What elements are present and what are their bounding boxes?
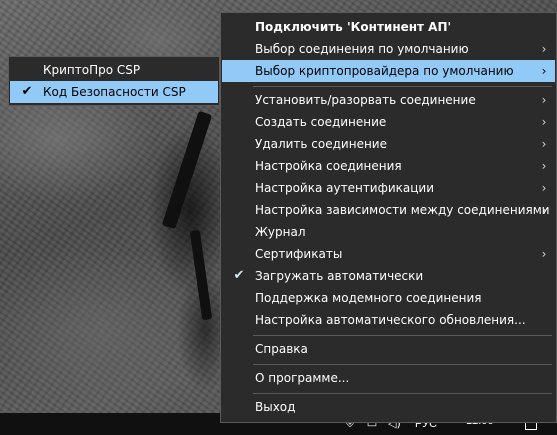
crypto-provider-submenu: КриптоПро CSP ✔ Код Безопасности CSP	[8, 56, 220, 106]
chevron-right-icon: ›	[541, 203, 547, 217]
menu-item-label: Настройка автоматического обновления...	[255, 313, 526, 327]
menu-item-label: Подключить 'Континент АП'	[255, 20, 452, 34]
chevron-right-icon: ›	[541, 64, 547, 78]
submenu-item-label: КриптоПро CSP	[43, 63, 141, 77]
menu-item-label: Журнал	[255, 225, 306, 239]
menu-separator	[253, 86, 552, 87]
menu-item-label: Настройка соединения	[255, 159, 402, 173]
main-context-menu: Подключить 'Континент АП' Выбор соединен…	[220, 12, 557, 423]
menu-separator	[253, 393, 552, 394]
menu-item-default-connection[interactable]: Выбор соединения по умолчанию ›	[222, 38, 555, 60]
chevron-right-icon: ›	[541, 137, 547, 151]
menu-item-autoload[interactable]: ✔ Загружать автоматически	[222, 265, 555, 287]
chevron-right-icon: ›	[541, 159, 547, 173]
chevron-right-icon: ›	[541, 181, 547, 195]
menu-separator	[253, 335, 552, 336]
menu-item-auto-update-settings[interactable]: Настройка автоматического обновления...	[222, 309, 555, 331]
menu-item-create-connection[interactable]: Создать соединение ›	[222, 111, 555, 133]
submenu-item-cryptopro[interactable]: КриптоПро CSP	[10, 59, 218, 81]
submenu-item-security-code-csp[interactable]: ✔ Код Безопасности CSP	[10, 81, 218, 103]
menu-item-auth-settings[interactable]: Настройка аутентификации ›	[222, 177, 555, 199]
menu-item-delete-connection[interactable]: Удалить соединение ›	[222, 133, 555, 155]
checkmark-icon: ✔	[21, 84, 33, 99]
menu-item-dependency-settings[interactable]: Настройка зависимости между соединениями…	[222, 199, 555, 221]
menu-item-connect[interactable]: Подключить 'Континент АП'	[222, 16, 555, 38]
menu-item-connection-settings[interactable]: Настройка соединения ›	[222, 155, 555, 177]
chevron-right-icon: ›	[541, 115, 547, 129]
submenu-item-label: Код Безопасности CSP	[43, 85, 186, 99]
menu-item-toggle-connection[interactable]: Установить/разорвать соединение ›	[222, 89, 555, 111]
menu-item-help[interactable]: Справка	[222, 338, 555, 360]
menu-separator	[253, 364, 552, 365]
menu-item-certificates[interactable]: Сертификаты ›	[222, 243, 555, 265]
menu-item-label: Установить/разорвать соединение	[255, 93, 476, 107]
menu-item-modem-support[interactable]: Поддержка модемного соединения	[222, 287, 555, 309]
menu-item-label: Создать соединение	[255, 115, 387, 129]
menu-item-label: Выбор соединения по умолчанию	[255, 42, 469, 56]
menu-item-default-crypto-provider[interactable]: Выбор криптопровайдера по умолчанию ›	[222, 60, 555, 82]
chevron-right-icon: ›	[541, 42, 547, 56]
chevron-right-icon: ›	[541, 93, 547, 107]
menu-item-label: Выбор криптопровайдера по умолчанию	[255, 64, 514, 78]
menu-item-label: Настройка аутентификации	[255, 181, 435, 195]
menu-item-exit[interactable]: Выход	[222, 396, 555, 418]
menu-item-label: Справка	[255, 342, 308, 356]
menu-item-label: Настройка зависимости между соединениями	[255, 203, 550, 217]
menu-item-label: О программе...	[255, 371, 350, 385]
checkmark-icon: ✔	[233, 268, 245, 283]
menu-item-label: Удалить соединение	[255, 137, 387, 151]
menu-item-about[interactable]: О программе...	[222, 367, 555, 389]
menu-item-label: Сертификаты	[255, 247, 343, 261]
chevron-right-icon: ›	[541, 247, 547, 261]
menu-item-label: Загружать автоматически	[255, 269, 424, 283]
menu-item-label: Поддержка модемного соединения	[255, 291, 482, 305]
menu-item-log[interactable]: Журнал	[222, 221, 555, 243]
menu-item-label: Выход	[255, 400, 296, 414]
